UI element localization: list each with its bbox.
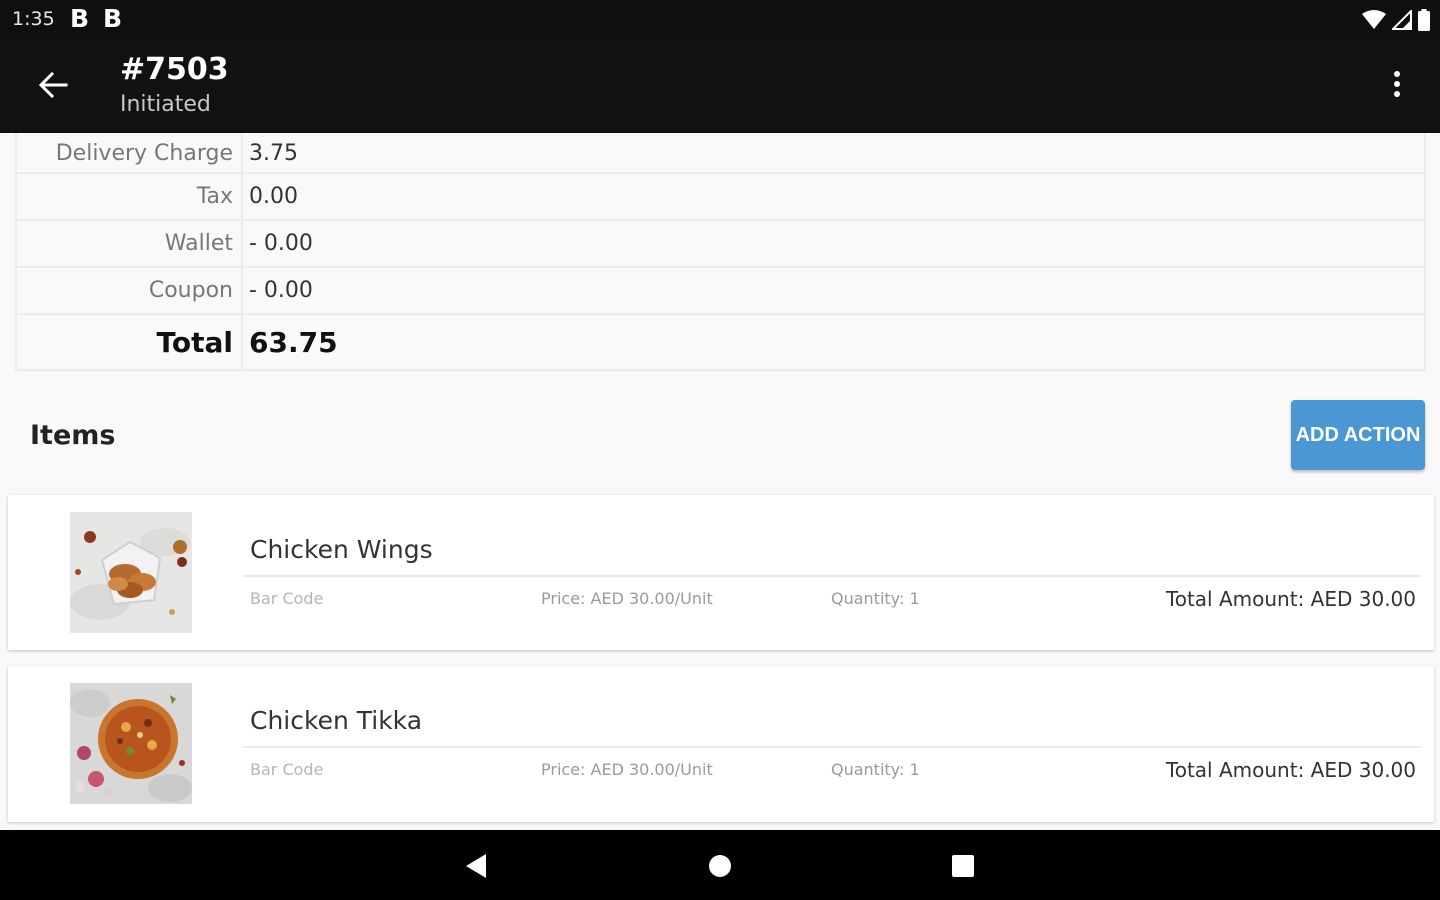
nav-back-button[interactable] [458, 848, 494, 884]
item-quantity: Quantity: 1 [831, 760, 920, 779]
summary-row-tax: Tax 0.00 [17, 174, 1424, 221]
triangle-back-icon [466, 854, 486, 878]
status-bar: 1:35 B B [0, 0, 1440, 38]
overflow-menu-button[interactable] [1382, 64, 1412, 104]
summary-label: Tax [17, 174, 243, 219]
summary-label: Coupon [17, 268, 243, 313]
order-number: #7503 [120, 52, 229, 87]
status-time: 1:35 [12, 8, 55, 30]
notification-b-icon: B [70, 4, 90, 33]
list-item[interactable]: Chicken Wings Bar Code Price: AED 30.00/… [8, 495, 1434, 650]
items-heading: Items [30, 420, 116, 451]
summary-row-coupon: Coupon - 0.00 [17, 268, 1424, 315]
arrow-left-icon [38, 72, 68, 98]
nav-recents-button[interactable] [945, 848, 981, 884]
summary-row-total: Total 63.75 [17, 315, 1424, 369]
back-button[interactable] [28, 62, 78, 108]
item-quantity: Quantity: 1 [831, 589, 920, 608]
chicken-tikka-image [70, 683, 192, 804]
item-price: Price: AED 30.00/Unit [541, 760, 713, 779]
summary-label: Delivery Charge [17, 133, 243, 172]
battery-icon [1418, 9, 1430, 31]
add-action-button[interactable]: ADD ACTION [1291, 400, 1425, 470]
summary-row-wallet: Wallet - 0.00 [17, 221, 1424, 268]
system-nav-bar [0, 830, 1440, 900]
item-barcode: Bar Code [250, 589, 324, 608]
order-detail-content[interactable]: Delivery Charge 3.75 Tax 0.00 Wallet - 0… [0, 133, 1440, 830]
notification-b-icon: B [103, 4, 123, 33]
summary-row-delivery: Delivery Charge 3.75 [17, 133, 1424, 174]
item-barcode: Bar Code [250, 760, 324, 779]
item-name: Chicken Wings [250, 535, 433, 564]
list-item[interactable]: Chicken Tikka Bar Code Price: AED 30.00/… [8, 666, 1434, 822]
more-vert-icon [1394, 71, 1400, 97]
item-total-amount: Total Amount: AED 30.00 [1165, 587, 1416, 611]
summary-label: Wallet [17, 221, 243, 266]
summary-value: - 0.00 [249, 231, 313, 256]
item-total-amount: Total Amount: AED 30.00 [1165, 758, 1416, 782]
order-status: Initiated [120, 92, 211, 117]
item-divider [242, 575, 1422, 577]
app-bar: #7503 Initiated [0, 38, 1440, 133]
total-value: 63.75 [249, 325, 338, 359]
status-icons [1362, 9, 1430, 31]
chicken-wings-image [70, 512, 192, 633]
circle-home-icon [709, 855, 731, 877]
item-name: Chicken Tikka [250, 706, 423, 735]
nav-home-button[interactable] [702, 848, 738, 884]
summary-value: 3.75 [249, 141, 298, 166]
total-label: Total [17, 315, 243, 369]
summary-value: - 0.00 [249, 278, 313, 303]
item-price: Price: AED 30.00/Unit [541, 589, 713, 608]
wifi-icon [1362, 10, 1386, 29]
item-divider [242, 746, 1422, 748]
summary-value: 0.00 [249, 184, 298, 209]
signal-icon [1392, 10, 1412, 30]
square-recents-icon [952, 855, 974, 877]
order-summary-table: Delivery Charge 3.75 Tax 0.00 Wallet - 0… [15, 133, 1426, 371]
